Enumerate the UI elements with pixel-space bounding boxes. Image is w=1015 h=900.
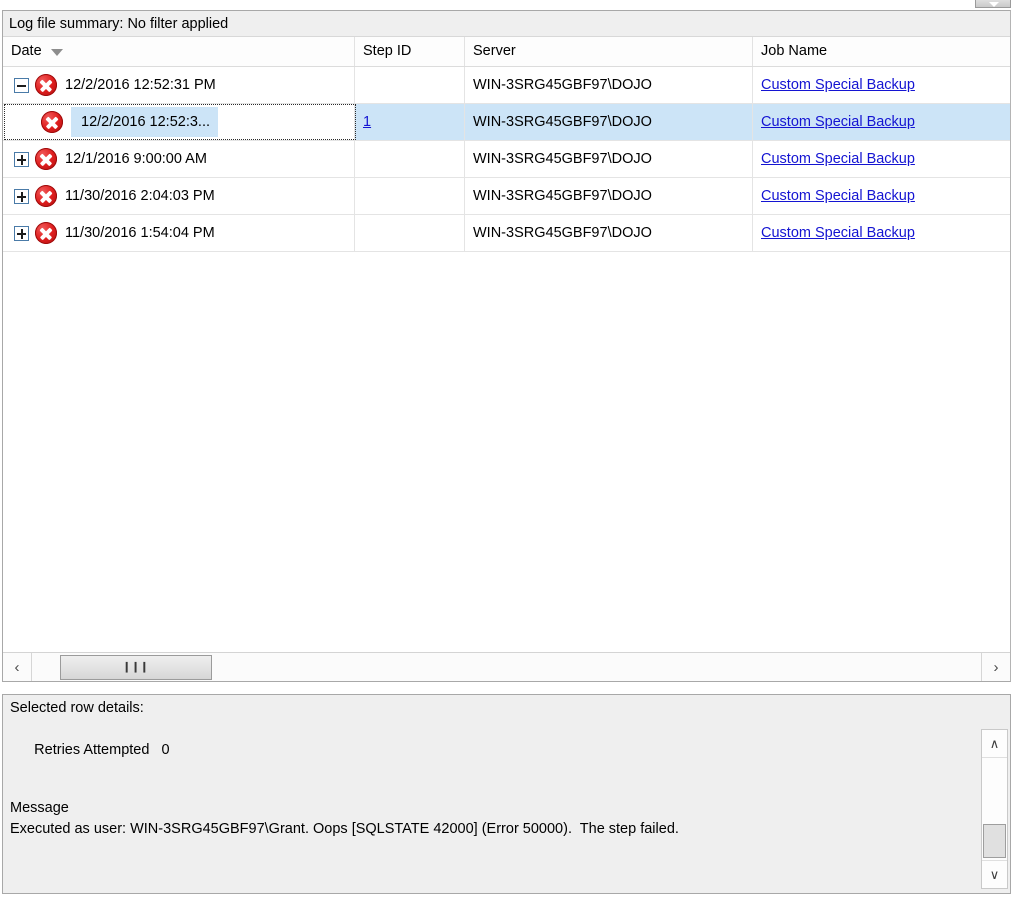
cell-server[interactable]: WIN-3SRG45GBF97\DOJO xyxy=(465,104,753,140)
cell-server-text: WIN-3SRG45GBF97\DOJO xyxy=(473,114,652,130)
cell-date[interactable]: 11/30/2016 1:54:04 PM xyxy=(3,215,355,251)
grid-horizontal-scrollbar[interactable]: ‹ ❙❙❙ › xyxy=(3,652,1010,681)
expander-expand-icon[interactable] xyxy=(14,151,29,167)
cell-date-text: 12/2/2016 12:52:3... xyxy=(71,107,218,137)
cell-step-id[interactable] xyxy=(355,215,465,251)
grid-header-row: Date Step ID Server Job Name xyxy=(3,37,1010,67)
retries-attempted-label: Retries Attempted xyxy=(34,742,150,758)
cell-step-id[interactable] xyxy=(355,178,465,214)
step-id-link[interactable]: 1 xyxy=(363,114,371,130)
cell-server-text: WIN-3SRG45GBF97\DOJO xyxy=(473,77,652,93)
cell-date[interactable]: 12/1/2016 9:00:00 AM xyxy=(3,141,355,177)
retries-attempted-value: 0 xyxy=(161,742,170,758)
cell-step-id[interactable]: 1 xyxy=(355,104,465,140)
window-top-strip xyxy=(0,0,1015,9)
cell-server-text: WIN-3SRG45GBF97\DOJO xyxy=(473,188,652,204)
cell-job-name[interactable]: Custom Special Backup xyxy=(753,178,1010,214)
table-row[interactable]: 11/30/2016 2:04:03 PM WIN-3SRG45GBF97\DO… xyxy=(3,178,1010,215)
hscroll-track[interactable]: ❙❙❙ xyxy=(32,653,981,681)
job-name-link[interactable]: Custom Special Backup xyxy=(761,188,915,204)
log-grid-panel: Log file summary: No filter applied Date… xyxy=(2,10,1011,682)
expander-expand-icon[interactable] xyxy=(14,188,29,204)
selected-row-details-panel: Selected row details: Retries Attempted … xyxy=(2,694,1011,894)
dropdown-caret-button[interactable] xyxy=(975,0,1011,8)
column-header-step-id[interactable]: Step ID xyxy=(355,37,465,66)
hscroll-thumb[interactable]: ❙❙❙ xyxy=(60,655,212,680)
table-row[interactable]: 11/30/2016 1:54:04 PM WIN-3SRG45GBF97\DO… xyxy=(3,215,1010,252)
cell-job-name[interactable]: Custom Special Backup xyxy=(753,141,1010,177)
scroll-right-arrow-icon[interactable]: › xyxy=(981,653,1010,681)
funnel-icon[interactable] xyxy=(50,49,63,56)
log-summary-bar: Log file summary: No filter applied xyxy=(3,11,1010,37)
job-name-link[interactable]: Custom Special Backup xyxy=(761,77,915,93)
cell-date[interactable]: 12/2/2016 12:52:3... xyxy=(3,104,355,140)
error-icon xyxy=(41,111,63,133)
table-row[interactable]: 12/1/2016 9:00:00 AM WIN-3SRG45GBF97\DOJ… xyxy=(3,141,1010,178)
cell-date-text: 12/2/2016 12:52:31 PM xyxy=(65,77,216,93)
cell-server-text: WIN-3SRG45GBF97\DOJO xyxy=(473,151,652,167)
scroll-left-arrow-icon[interactable]: ‹ xyxy=(3,653,32,681)
cell-step-id[interactable] xyxy=(355,67,465,103)
details-content[interactable]: Selected row details: Retries Attempted … xyxy=(3,695,1010,893)
details-title: Selected row details: xyxy=(10,700,144,716)
cell-server-text: WIN-3SRG45GBF97\DOJO xyxy=(473,225,652,241)
dropdown-caret-icon xyxy=(989,2,999,7)
cell-date-text: 11/30/2016 1:54:04 PM xyxy=(65,225,215,241)
error-icon xyxy=(35,185,57,207)
expander-collapse-icon[interactable] xyxy=(14,77,29,93)
message-label: Message xyxy=(10,800,69,816)
job-name-link[interactable]: Custom Special Backup xyxy=(761,151,915,167)
expander-expand-icon[interactable] xyxy=(14,225,29,241)
cell-server[interactable]: WIN-3SRG45GBF97\DOJO xyxy=(465,215,753,251)
job-name-link[interactable]: Custom Special Backup xyxy=(761,225,915,241)
cell-server[interactable]: WIN-3SRG45GBF97\DOJO xyxy=(465,178,753,214)
table-row[interactable]: 12/2/2016 12:52:31 PM WIN-3SRG45GBF97\DO… xyxy=(3,67,1010,104)
column-header-job-name[interactable]: Job Name xyxy=(753,37,1010,66)
retries-attempted-row: Retries Attempted 0 xyxy=(8,719,1010,782)
cell-server[interactable]: WIN-3SRG45GBF97\DOJO xyxy=(465,141,753,177)
cell-server[interactable]: WIN-3SRG45GBF97\DOJO xyxy=(465,67,753,103)
column-header-date-label: Date xyxy=(11,43,42,59)
column-header-server-label: Server xyxy=(473,43,516,59)
cell-date-text: 12/1/2016 9:00:00 AM xyxy=(65,151,207,167)
cell-date[interactable]: 11/30/2016 2:04:03 PM xyxy=(3,178,355,214)
cell-date-text: 11/30/2016 2:04:03 PM xyxy=(65,188,215,204)
column-header-job-name-label: Job Name xyxy=(761,43,828,59)
log-summary-label: Log file summary: No filter applied xyxy=(9,16,229,32)
column-header-date[interactable]: Date xyxy=(3,37,355,66)
table-row[interactable]: 12/2/2016 12:52:3... 1 WIN-3SRG45GBF97\D… xyxy=(3,104,1010,141)
cell-date[interactable]: 12/2/2016 12:52:31 PM xyxy=(3,67,355,103)
cell-job-name[interactable]: Custom Special Backup xyxy=(753,67,1010,103)
scroll-up-arrow-icon[interactable]: ∧ xyxy=(982,730,1007,758)
error-icon xyxy=(35,148,57,170)
error-icon xyxy=(35,74,57,96)
column-header-server[interactable]: Server xyxy=(465,37,753,66)
cell-job-name[interactable]: Custom Special Backup xyxy=(753,215,1010,251)
vscroll-thumb[interactable] xyxy=(983,824,1006,858)
cell-step-id[interactable] xyxy=(355,141,465,177)
scroll-down-arrow-icon[interactable]: ∨ xyxy=(982,860,1007,888)
grid-rows-area: 12/2/2016 12:52:31 PM WIN-3SRG45GBF97\DO… xyxy=(3,67,1010,652)
error-icon xyxy=(35,222,57,244)
column-header-step-id-label: Step ID xyxy=(363,43,412,59)
details-spacer xyxy=(8,782,1010,798)
details-vertical-scrollbar[interactable]: ∧ ∨ xyxy=(981,729,1008,889)
message-text: Executed as user: WIN-3SRG45GBF97\Grant.… xyxy=(10,821,679,837)
cell-job-name[interactable]: Custom Special Backup xyxy=(753,104,1010,140)
job-name-link[interactable]: Custom Special Backup xyxy=(761,114,915,130)
grip-icon: ❙❙❙ xyxy=(122,660,150,675)
